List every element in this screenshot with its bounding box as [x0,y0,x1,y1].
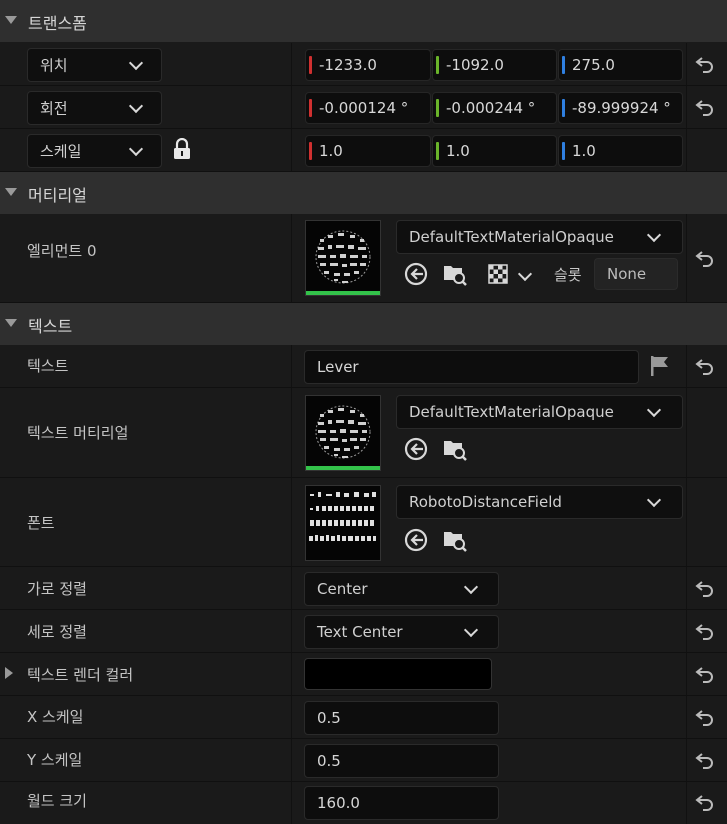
rotation-y-field[interactable]: -0.000244 ° [432,92,557,124]
y-scale-input[interactable]: 0.5 [304,744,499,778]
material-preview-image [315,405,371,459]
section-title: 트랜스폼 [28,14,87,33]
row-x-scale: X 스케일 0.5 [0,696,727,739]
localization-flag-icon[interactable] [648,354,672,378]
collapse-arrow-icon[interactable] [5,16,17,24]
reset-arrow-icon[interactable] [694,749,716,771]
row-text: 텍스트 Lever [0,345,727,388]
reset-arrow-icon[interactable] [694,706,716,728]
material-preview-image [315,230,371,284]
color-swatch[interactable] [304,658,492,690]
chevron-down-icon [646,402,662,418]
row-vertical-alignment: 세로 정렬 Text Center [0,610,727,653]
slot-label: 슬롯 [554,266,582,284]
reset-arrow-icon[interactable] [694,247,716,269]
reset-arrow-icon[interactable] [694,791,716,813]
chevron-down-icon[interactable] [517,266,533,282]
element-0-label: 엘리먼트 0 [27,242,97,260]
collapse-arrow-icon[interactable] [5,319,17,327]
checker-texture-icon[interactable] [486,261,512,287]
world-size-input[interactable]: 160.0 [304,786,499,820]
scale-mode-dropdown[interactable]: 스케일 [27,134,162,168]
row-element-0: 엘리먼트 0 DefaultTextMaterialOpaque 슬롯 None [0,214,727,303]
browse-folder-icon[interactable] [442,527,468,553]
rotation-label: 회전 [40,99,68,118]
rotation-z-field[interactable]: -89.999924 ° [558,92,683,124]
chevron-down-icon [463,579,479,595]
use-selected-asset-icon[interactable] [403,261,429,287]
y-scale-label: Y 스케일 [27,751,83,769]
row-text-material: 텍스트 머티리얼 DefaultTextMaterialOpaque [0,388,727,478]
chevron-down-icon [463,622,479,638]
row-y-scale: Y 스케일 0.5 [0,739,727,782]
h-align-dropdown[interactable]: Center [304,572,499,606]
x-scale-label: X 스케일 [27,708,84,726]
v-align-dropdown[interactable]: Text Center [304,615,499,649]
section-text[interactable]: 텍스트 [0,303,727,346]
chevron-down-icon [646,227,662,243]
use-selected-asset-icon[interactable] [403,527,429,553]
row-scale: 스케일 1.0 1.0 1.0 [0,129,727,172]
rotation-mode-dropdown[interactable]: 회전 [27,91,162,125]
render-color-label: 텍스트 렌더 컬러 [27,666,134,684]
world-size-label: 월드 크기 [27,792,87,810]
scale-x-field[interactable]: 1.0 [305,135,431,167]
location-y-field[interactable]: -1092.0 [432,49,557,81]
material-thumbnail[interactable] [305,220,381,296]
row-location: 위치 -1233.0 -1092.0 275.0 [0,43,727,86]
section-materials[interactable]: 머티리얼 [0,172,727,215]
reset-arrow-icon[interactable] [694,663,716,685]
reset-arrow-icon[interactable] [694,577,716,599]
row-render-color: 텍스트 렌더 컬러 [0,653,727,696]
chevron-down-icon [646,492,662,508]
chevron-down-icon [128,55,144,71]
section-transform[interactable]: 트랜스폼 [0,0,727,43]
reset-arrow-icon[interactable] [694,96,716,118]
row-rotation: 회전 -0.000124 ° -0.000244 ° -89.999924 ° [0,86,727,129]
rotation-x-field[interactable]: -0.000124 ° [305,92,431,124]
element-0-material-dropdown[interactable]: DefaultTextMaterialOpaque [396,220,683,254]
font-dropdown[interactable]: RobotoDistanceField [396,485,683,519]
scale-z-field[interactable]: 1.0 [558,135,683,167]
text-material-dropdown[interactable]: DefaultTextMaterialOpaque [396,395,683,429]
row-horizontal-alignment: 가로 정렬 Center [0,567,727,610]
location-x-field[interactable]: -1233.0 [305,49,431,81]
browse-folder-icon[interactable] [442,261,468,287]
location-z-field[interactable]: 275.0 [558,49,683,81]
reset-arrow-icon[interactable] [694,620,716,642]
expand-arrow-icon[interactable] [5,667,13,679]
row-world-size: 월드 크기 160.0 [0,782,727,824]
location-mode-dropdown[interactable]: 위치 [27,48,162,82]
text-input[interactable]: Lever [304,350,639,384]
font-atlas-image [309,492,376,541]
v-align-label: 세로 정렬 [27,623,87,641]
font-thumbnail[interactable] [305,485,381,561]
reset-arrow-icon[interactable] [694,53,716,75]
h-align-label: 가로 정렬 [27,580,87,598]
x-scale-input[interactable]: 0.5 [304,701,499,735]
scale-y-field[interactable]: 1.0 [432,135,557,167]
chevron-down-icon [128,141,144,157]
collapse-arrow-icon[interactable] [5,188,17,196]
reset-arrow-icon[interactable] [694,355,716,377]
font-label: 폰트 [27,514,55,532]
scale-label: 스케일 [40,142,82,161]
text-label: 텍스트 [27,357,69,375]
browse-folder-icon[interactable] [442,436,468,462]
chevron-down-icon [128,98,144,114]
row-font: 폰트 RobotoDistanceField [0,478,727,567]
section-title: 머티리얼 [28,186,87,205]
text-material-thumbnail[interactable] [305,395,381,471]
section-title: 텍스트 [28,317,73,336]
slot-dropdown[interactable]: None [594,258,678,290]
lock-icon[interactable] [172,138,192,160]
location-label: 위치 [40,56,68,75]
text-material-label: 텍스트 머티리얼 [27,424,129,442]
use-selected-asset-icon[interactable] [403,436,429,462]
